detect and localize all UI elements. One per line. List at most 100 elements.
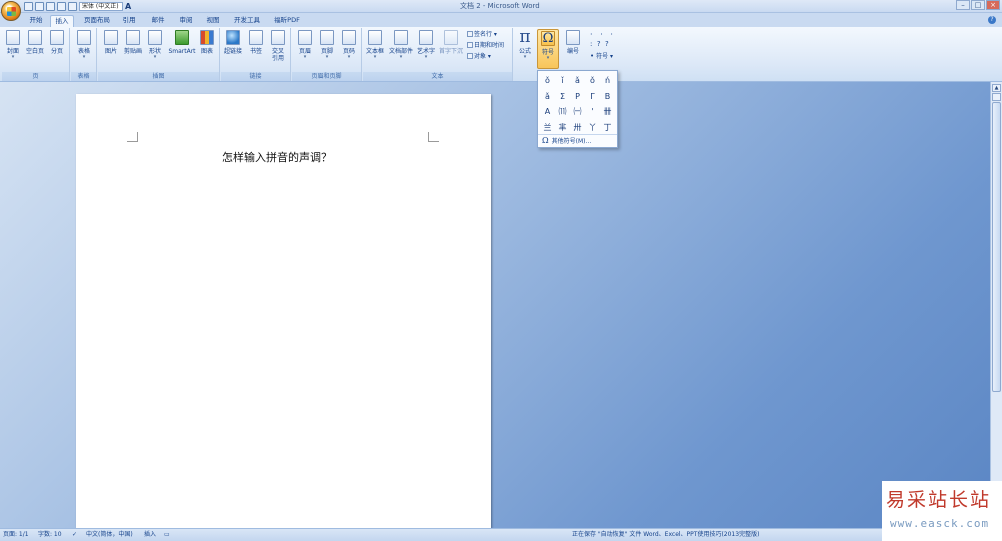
print-preview-icon[interactable]	[57, 2, 66, 11]
document-text[interactable]: 怎样输入拼音的声调？	[222, 149, 332, 165]
cover-page-button[interactable]: 封面 ▾	[2, 30, 24, 60]
symbol-cell[interactable]: Γ	[585, 89, 600, 105]
page-number-button[interactable]: 页码 ▾	[338, 30, 360, 60]
symbol-cell[interactable]: A	[540, 104, 555, 120]
document-page[interactable]: 怎样输入拼音的声调？	[76, 94, 491, 528]
redo-icon[interactable]	[46, 2, 55, 11]
symbol-cell[interactable]: ǎ	[540, 89, 555, 105]
ruler-toggle-button[interactable]	[992, 93, 1001, 101]
scroll-thumb[interactable]	[992, 102, 1001, 392]
macro-record-icon[interactable]: ▭	[164, 531, 170, 539]
drop-cap-button[interactable]: 首字下沉	[438, 30, 464, 55]
clip-art-button[interactable]: 剪贴画	[122, 30, 144, 55]
office-button[interactable]	[1, 1, 21, 21]
font-color-icon[interactable]: A	[125, 2, 131, 11]
tab-developer[interactable]: 开发工具	[230, 15, 264, 27]
close-button[interactable]: ×	[986, 0, 1000, 10]
tab-mailings[interactable]: 邮件	[146, 15, 170, 27]
tab-foxit-pdf[interactable]: 福昕PDF	[270, 15, 304, 27]
cross-reference-button[interactable]: 交叉 引用	[267, 30, 289, 62]
smartart-button[interactable]: SmartArt	[168, 30, 196, 55]
symbol-button[interactable]: Ω 符号 ▾	[537, 29, 559, 69]
symbol-cell[interactable]: ㈠	[570, 104, 585, 120]
bookmark-button[interactable]: 书签	[245, 30, 267, 55]
tab-page-layout[interactable]: 页面布局	[80, 15, 114, 27]
quick-parts-icon	[394, 30, 408, 45]
picture-icon	[104, 30, 118, 45]
tab-view[interactable]: 视图	[202, 15, 224, 27]
group-links-label: 链接	[221, 72, 290, 81]
symbol-cell[interactable]: ⑾	[555, 104, 570, 120]
small-symbol-5[interactable]: ?	[597, 40, 601, 48]
qat-font-select[interactable]: 宋体 (中文正)	[79, 2, 123, 11]
small-symbol-2[interactable]: ·	[600, 30, 603, 39]
symbol-cell[interactable]: 卌	[600, 104, 615, 120]
group-illustrations-label: 插图	[98, 72, 219, 81]
group-table-label: 表格	[71, 72, 96, 81]
small-symbol-1[interactable]: ·	[590, 30, 593, 39]
help-icon[interactable]: ?	[988, 16, 996, 24]
symbol-cell[interactable]: ǎ	[570, 73, 585, 89]
new-doc-icon[interactable]	[68, 2, 77, 11]
shapes-button[interactable]: 形状 ▾	[144, 30, 166, 60]
undo-icon[interactable]	[35, 2, 44, 11]
page-count[interactable]: 页面: 1/1	[3, 531, 29, 539]
insert-mode-status[interactable]: 插入	[144, 531, 156, 539]
maximize-button[interactable]: □	[971, 0, 985, 10]
small-symbol-4[interactable]: :	[590, 40, 592, 48]
wordart-button[interactable]: 艺术字 ▾	[415, 30, 437, 60]
drop-cap-label: 首字下沉	[438, 48, 463, 55]
page-break-button[interactable]: 分页	[46, 30, 68, 55]
proofing-icon[interactable]: ✓	[72, 531, 77, 539]
symbol-cell[interactable]: 兰	[540, 120, 555, 136]
status-bar: 页面: 1/1 字数: 10 ✓ 中文(简体，中国) 插入 ▭ 正在保存 "自动…	[0, 528, 1002, 541]
symbol-cell[interactable]: ǒ	[585, 73, 600, 89]
hyperlink-button[interactable]: 超链接	[222, 30, 244, 55]
tab-home[interactable]: 开始	[26, 15, 46, 27]
symbol-cell[interactable]: 芈	[555, 120, 570, 136]
omega-icon: Ω	[541, 31, 555, 46]
symbol-cell[interactable]: P	[570, 89, 585, 105]
blank-page-button[interactable]: 空白页	[24, 30, 46, 55]
word-count[interactable]: 字数: 10	[38, 531, 62, 539]
symbol-cell[interactable]: B	[600, 89, 615, 105]
site-watermark: 易采站长站 www.easck.com	[882, 481, 1002, 541]
signature-line-button[interactable]: 签名行 ▾	[467, 30, 497, 39]
table-button[interactable]: 表格 ▾	[73, 30, 95, 60]
tab-insert[interactable]: 插入	[50, 15, 74, 27]
scroll-up-button[interactable]: ▲	[992, 84, 1001, 92]
vertical-scrollbar[interactable]: ▲	[990, 82, 1002, 528]
more-symbols-item[interactable]: Ω 其他符号(M)...	[538, 134, 617, 147]
symbol-cell[interactable]: 丫	[585, 120, 600, 136]
symbol-cell[interactable]: ǐ	[555, 73, 570, 89]
object-button[interactable]: 对象 ▾	[467, 52, 491, 61]
symbol-cell[interactable]: ń	[600, 73, 615, 89]
quick-parts-button[interactable]: 文档部件 ▾	[388, 30, 414, 60]
small-symbol-3[interactable]: ·	[610, 30, 613, 39]
language-status[interactable]: 中文(简体，中国)	[86, 531, 133, 539]
symbol-cell[interactable]: 卅	[570, 120, 585, 136]
numbering-label: 编号	[566, 48, 579, 55]
symbol-cell[interactable]: 丁	[600, 120, 615, 136]
object-icon	[467, 53, 473, 59]
symbol-cell[interactable]: Σ	[555, 89, 570, 105]
equation-button[interactable]: π 公式 ▾	[514, 29, 536, 60]
tab-references[interactable]: 引用	[119, 15, 139, 27]
date-time-button[interactable]: 日期和时间	[467, 41, 504, 50]
group-text-label: 文本	[363, 72, 512, 81]
symbol-small-button[interactable]: • 符号 ▾	[590, 52, 613, 61]
small-symbol-6[interactable]: ?	[605, 40, 609, 48]
chart-button[interactable]: 图表	[196, 30, 218, 55]
watermark-title: 易采站长站	[886, 489, 992, 511]
picture-button[interactable]: 图片	[100, 30, 122, 55]
minimize-button[interactable]: –	[956, 0, 970, 10]
header-button[interactable]: 页眉 ▾	[294, 30, 316, 60]
footer-button[interactable]: 页脚 ▾	[316, 30, 338, 60]
symbol-cell[interactable]: ǒ	[540, 73, 555, 89]
text-box-button[interactable]: 文本框 ▾	[364, 30, 386, 60]
numbering-button[interactable]: 编号	[562, 30, 584, 55]
save-icon[interactable]	[24, 2, 33, 11]
symbol-cell[interactable]: '	[585, 104, 600, 120]
tab-review[interactable]: 审阅	[175, 15, 197, 27]
hyperlink-label: 超链接	[223, 48, 242, 55]
